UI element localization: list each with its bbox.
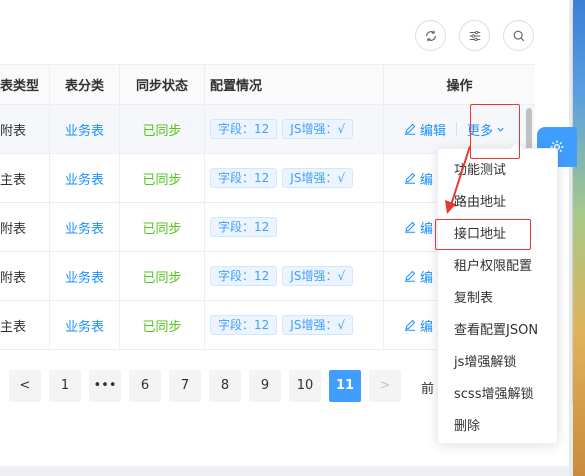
cell-category-link[interactable]: 业务表 [65, 267, 104, 286]
edit-button[interactable]: 编辑 [404, 120, 446, 139]
current-page-button[interactable]: 11 [329, 370, 361, 402]
search-icon [513, 30, 524, 41]
more-button-highlight [470, 104, 520, 159]
cell-sync-status: 已同步 [142, 319, 182, 335]
edit-icon [405, 270, 416, 282]
cell-sync-status: 已同步 [142, 123, 182, 139]
page-button[interactable]: 1 [49, 370, 81, 402]
header-sync-status[interactable]: 同步状态 [120, 65, 205, 104]
cell-category-link[interactable]: 业务表 [65, 316, 104, 335]
page-button[interactable]: 8 [209, 370, 241, 402]
divider [456, 122, 458, 136]
header-table-type[interactable]: 表类型 [0, 65, 50, 104]
next-page-button[interactable]: > [369, 370, 401, 402]
edit-label: 编 [420, 172, 434, 188]
header-table-category[interactable]: 表分类 [50, 65, 120, 104]
page-button[interactable]: 10 [289, 370, 321, 402]
page-button[interactable]: 9 [249, 370, 281, 402]
edit-icon [405, 221, 416, 233]
cell-table-type: 附表 [0, 105, 50, 153]
edit-icon [405, 319, 416, 331]
edit-label: 编辑 [420, 123, 447, 139]
header-actions: 操作 [446, 79, 473, 94]
edit-button[interactable]: 编 [404, 316, 433, 335]
cell-category-link[interactable]: 业务表 [65, 120, 104, 139]
menu-item-copy-table[interactable]: 复制表 [438, 283, 557, 315]
page-button[interactable]: 7 [169, 370, 201, 402]
edit-button[interactable]: 编 [404, 169, 433, 188]
field-count-tag: 字段：12 [210, 168, 278, 188]
menu-item-view-config-json[interactable]: 查看配置JSON [438, 315, 557, 347]
cell-category-link[interactable]: 业务表 [65, 169, 104, 188]
field-count-tag: 字段：12 [210, 266, 278, 286]
js-enhance-tag: JS增强：√ [282, 168, 354, 188]
edit-icon [405, 123, 416, 135]
field-count-tag: 字段：12 [210, 315, 278, 335]
background-window-edge [573, 0, 585, 476]
cell-table-type: 主表 [0, 154, 50, 202]
menu-item-function-test[interactable]: 功能测试 [438, 155, 557, 187]
page-button[interactable]: 6 [129, 370, 161, 402]
edit-label: 编 [420, 221, 434, 237]
menu-item-js-unlock[interactable]: js增强解锁 [438, 347, 557, 379]
cell-sync-status: 已同步 [142, 270, 182, 286]
edit-button[interactable]: 编 [404, 267, 433, 286]
columns-settings-icon [469, 30, 480, 41]
api-address-highlight [435, 219, 531, 250]
goto-label: 前 [421, 382, 435, 397]
cell-sync-status: 已同步 [142, 221, 182, 237]
edit-label: 编 [420, 319, 434, 335]
prev-page-button[interactable]: < [9, 370, 41, 402]
js-enhance-tag: JS增强：√ [282, 315, 354, 335]
refresh-icon [425, 30, 436, 41]
menu-item-tenant-permission[interactable]: 租户权限配置 [438, 251, 557, 283]
menu-item-scss-unlock[interactable]: scss增强解锁 [438, 379, 557, 411]
cell-sync-status: 已同步 [142, 172, 182, 188]
field-count-tag: 字段：12 [210, 119, 278, 139]
edit-button[interactable]: 编 [404, 218, 433, 237]
table-row: 附表 业务表 已同步 字段：12 JS增强：√ 编辑 更多 [0, 105, 535, 154]
pagination: < 1 ••• 6 7 8 9 10 11 > [9, 370, 401, 402]
cell-table-type: 附表 [0, 203, 50, 251]
edit-label: 编 [420, 270, 434, 286]
more-actions-dropdown: 功能测试 路由地址 接口地址 租户权限配置 复制表 查看配置JSON js增强解… [437, 140, 558, 444]
field-count-tag: 字段：12 [210, 217, 278, 237]
cell-table-type: 附表 [0, 252, 50, 300]
cell-category-link[interactable]: 业务表 [65, 218, 104, 237]
menu-item-delete[interactable]: 删除 [438, 411, 557, 443]
search-button[interactable] [503, 20, 534, 51]
refresh-button[interactable] [415, 20, 446, 51]
menu-item-route-address[interactable]: 路由地址 [438, 187, 557, 219]
edit-icon [405, 172, 416, 184]
columns-settings-button[interactable] [459, 20, 490, 51]
more-pages-button[interactable]: ••• [89, 370, 121, 402]
cell-table-type: 主表 [0, 301, 50, 349]
table-header: 表类型 表分类 同步状态 配置情况 操作 [0, 65, 535, 105]
js-enhance-tag: JS增强：√ [282, 119, 354, 139]
bottom-bar [0, 466, 569, 476]
js-enhance-tag: JS增强：√ [282, 266, 354, 286]
header-config[interactable]: 配置情况 [205, 65, 384, 104]
